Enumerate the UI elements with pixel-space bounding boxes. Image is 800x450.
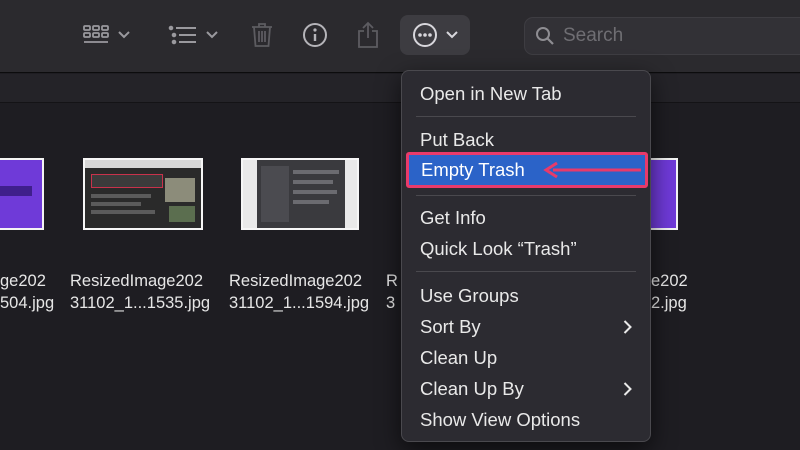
search-icon (536, 27, 554, 45)
action-menu: Open in New Tab Put Back Empty Trash Get… (401, 70, 651, 442)
delete-button[interactable] (246, 15, 278, 55)
trash-icon (252, 23, 272, 47)
menu-separator (416, 195, 636, 196)
list-view-icon (168, 25, 196, 45)
share-icon (358, 21, 378, 48)
share-button[interactable] (352, 15, 384, 55)
menu-item-sort-by[interactable]: Sort By (402, 312, 650, 342)
file-name[interactable]: ge202 504.jpg (0, 270, 54, 314)
menu-item-empty-trash[interactable]: Empty Trash (406, 152, 648, 188)
file-thumbnail[interactable] (0, 158, 44, 230)
chevron-down-icon (206, 31, 218, 39)
chevron-down-icon (118, 31, 130, 39)
menu-item-clean-up-by[interactable]: Clean Up By (402, 374, 650, 404)
icon-view-button[interactable] (78, 15, 134, 55)
file-thumbnail[interactable] (83, 158, 203, 230)
file-name[interactable]: ResizedImage202 31102_1...1594.jpg (229, 270, 369, 314)
chevron-down-icon (446, 31, 458, 39)
info-icon (303, 23, 327, 47)
more-icon (413, 23, 437, 47)
menu-item-use-groups[interactable]: Use Groups (402, 281, 650, 311)
search-placeholder: Search (563, 25, 624, 46)
menu-item-open-in-new-tab[interactable]: Open in New Tab (402, 79, 650, 109)
menu-item-get-info[interactable]: Get Info (402, 203, 650, 233)
menu-item-quick-look[interactable]: Quick Look “Trash” (402, 234, 650, 264)
file-thumbnail[interactable] (241, 158, 359, 230)
menu-item-put-back[interactable]: Put Back (402, 125, 650, 155)
file-name[interactable]: e202 2.jpg (651, 270, 688, 314)
path-bar (0, 74, 800, 103)
get-info-button[interactable] (299, 15, 331, 55)
file-name[interactable]: ResizedImage202 31102_1...1535.jpg (70, 270, 210, 314)
annotation-arrow-icon (543, 161, 641, 179)
action-menu-button[interactable] (400, 15, 470, 55)
file-name[interactable]: R3 (386, 270, 398, 314)
menu-separator (416, 271, 636, 272)
chevron-right-icon (623, 320, 632, 334)
chevron-right-icon (623, 382, 632, 396)
search-field[interactable]: Search (524, 17, 800, 55)
menu-item-clean-up[interactable]: Clean Up (402, 343, 650, 373)
file-grid: ge202 504.jpg ResizedImage202 31102_1...15… (0, 104, 800, 450)
group-by-button[interactable] (164, 15, 222, 55)
grid-view-icon (83, 25, 109, 43)
menu-item-show-view-options[interactable]: Show View Options (402, 405, 650, 435)
menu-separator (416, 116, 636, 117)
toolbar: Search (0, 0, 800, 73)
